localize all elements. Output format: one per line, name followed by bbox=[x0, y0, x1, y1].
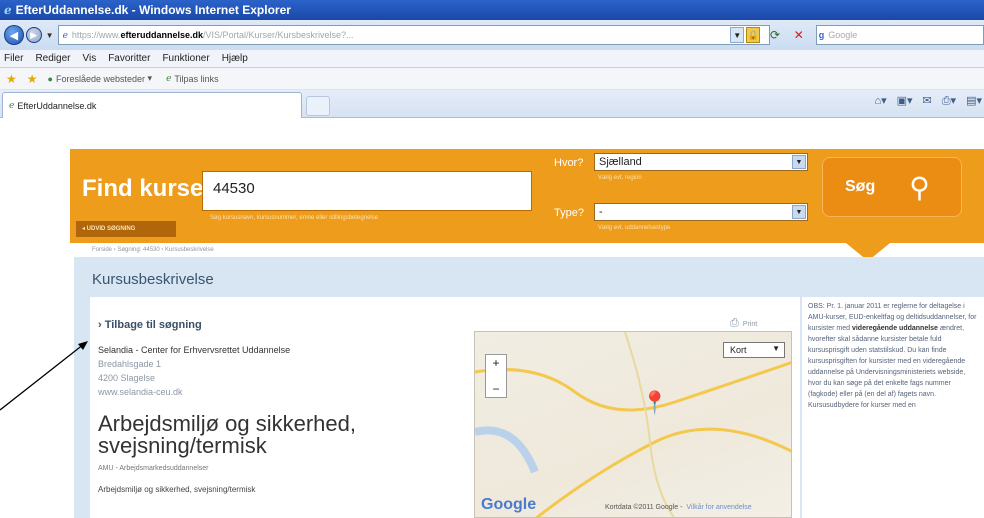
notice-box: OBS: Pr. 1. januar 2011 er reglerne for … bbox=[802, 297, 984, 518]
course-content: Kursusbeskrivelse › Tilbage til søgning … bbox=[74, 257, 984, 518]
search-input[interactable]: g Google bbox=[815, 25, 984, 45]
google-logo[interactable]: Google bbox=[481, 496, 536, 514]
new-tab-button[interactable] bbox=[306, 96, 330, 116]
browser-window: ℯ EfterUddannelse.dk - Windows Internet … bbox=[0, 0, 984, 518]
search-placeholder: Google bbox=[828, 30, 858, 40]
chevron-down-icon[interactable]: ▼ bbox=[792, 155, 806, 169]
tab-efteruddannelse[interactable]: ℯ EfterUddannelse.dk bbox=[2, 92, 302, 118]
menu-help[interactable]: Hjælp bbox=[222, 53, 248, 64]
provider-name: Selandia - Center for Erhvervsrettet Udd… bbox=[98, 345, 291, 355]
zoom-in-icon[interactable]: + bbox=[492, 356, 499, 370]
course-category: AMU - Arbejdsmarkedsuddannelser bbox=[98, 465, 209, 472]
mail-icon[interactable]: ✉ bbox=[923, 94, 932, 108]
type-hint: Vælg evt. uddannelsestype bbox=[598, 225, 671, 231]
back-button[interactable]: ◀ bbox=[4, 25, 24, 45]
web-page: Find kurser 44530 Søg kursusnavn, kursus… bbox=[0, 119, 984, 518]
home-icon[interactable]: ⌂▾ bbox=[874, 94, 886, 108]
type-select[interactable]: - ▼ bbox=[594, 203, 808, 221]
web-slice-icon: ℯ bbox=[166, 73, 172, 83]
print-toolbar-icon[interactable]: ⎙▾ bbox=[942, 94, 956, 108]
notice-rest: ændret, hvorefter skal sådanne kursister… bbox=[808, 325, 966, 409]
map-roads bbox=[475, 332, 791, 517]
notice-emphasis: videregående uddannelse bbox=[851, 325, 938, 332]
search-button-label: Søg bbox=[845, 178, 876, 195]
address-dropdown-icon[interactable]: ▼ bbox=[730, 27, 745, 43]
tab-favicon-icon: ℯ bbox=[9, 100, 15, 110]
course-search-input[interactable]: 44530 bbox=[202, 171, 532, 211]
stop-icon[interactable]: ✕ bbox=[790, 26, 808, 44]
region-select[interactable]: Sjælland ▼ bbox=[594, 153, 808, 171]
window-title: EfterUddannelse.dk - Windows Internet Ex… bbox=[15, 3, 291, 17]
type-select-value: - bbox=[599, 206, 603, 218]
suggested-sites-icon: ● bbox=[47, 73, 53, 84]
menu-file[interactable]: Filer bbox=[4, 53, 23, 64]
ie-icon: ℯ bbox=[4, 3, 12, 17]
map-credit: Kortdata ©2011 Google - Vilkår for anvend… bbox=[605, 504, 752, 511]
course-description: Arbejdsmiljø og sikkerhed, svejsning/ter… bbox=[98, 485, 256, 494]
chevron-down-icon[interactable]: ▼ bbox=[792, 205, 806, 219]
menu-tools[interactable]: Funktioner bbox=[162, 53, 209, 64]
map-terms-link[interactable]: Vilkår for anvendelse bbox=[686, 504, 751, 511]
breadcrumb[interactable]: Forside › Søgning: 44530 › Kursusbeskriv… bbox=[92, 247, 214, 253]
extended-search-link[interactable]: ◂ UDVID SØGNING bbox=[76, 221, 176, 237]
provider-website-link[interactable]: www.selandia-ceu.dk bbox=[98, 387, 183, 397]
favorites-bar: ★ ★ ● Foreslåede websteder ▾ ℯ Tilpas li… bbox=[0, 68, 984, 90]
chevron-down-icon: ▼ bbox=[772, 344, 780, 353]
search-hint: Søg kursusnavn, kursusnummer, emne eller… bbox=[210, 215, 379, 221]
add-favorite-icon[interactable]: ★ bbox=[27, 72, 38, 86]
menu-favorites[interactable]: Favoritter bbox=[108, 53, 150, 64]
forward-button[interactable]: ▶ bbox=[25, 27, 42, 43]
menu-bar: Filer Rediger Vis Favoritter Funktioner … bbox=[0, 50, 984, 68]
page-icon: ℯ bbox=[62, 29, 68, 40]
url-protocol: https://www. bbox=[71, 30, 121, 40]
course-card: › Tilbage til søgning ⎙ Print Selandia - … bbox=[90, 297, 800, 518]
region-select-value: Sjælland bbox=[599, 156, 642, 168]
google-icon: g bbox=[818, 30, 825, 40]
find-courses-title: Find kurser bbox=[82, 175, 213, 202]
section-title: Kursusbeskrivelse bbox=[92, 271, 214, 288]
menu-view[interactable]: Vis bbox=[82, 53, 96, 64]
title-bar: ℯ EfterUddannelse.dk - Windows Internet … bbox=[0, 0, 984, 20]
tab-title: EfterUddannelse.dk bbox=[17, 100, 97, 111]
recent-pages-dropdown-icon[interactable]: ▼ bbox=[46, 31, 54, 40]
refresh-icon[interactable]: ⟳ bbox=[766, 26, 784, 44]
provider-city: 4200 Slagelse bbox=[98, 373, 156, 383]
region-hint: Vælg evt. region bbox=[598, 175, 642, 181]
suggested-sites-link[interactable]: ● Foreslåede websteder ▾ bbox=[48, 73, 153, 84]
type-label: Type? bbox=[554, 207, 584, 219]
printer-icon: ⎙ bbox=[730, 317, 739, 329]
print-link[interactable]: ⎙ Print bbox=[730, 317, 757, 330]
where-label: Hvor? bbox=[554, 157, 584, 169]
course-title: Arbejdsmiljø og sikkerhed, svejsning/ter… bbox=[98, 411, 356, 458]
location-map[interactable]: + − Kort ▼ 📍 Google Kortdata ©2011 Googl… bbox=[474, 331, 792, 518]
favorites-star-icon[interactable]: ★ bbox=[6, 72, 17, 86]
map-pin-icon[interactable]: 📍 bbox=[641, 390, 668, 416]
page-left-margin bbox=[0, 119, 70, 518]
web-slice-link[interactable]: ℯ Tilpas links bbox=[166, 73, 219, 84]
url-host: efteruddannelse.dk bbox=[120, 30, 203, 40]
address-row: ◀ ▶ ▼ ℯ https://www. efteruddannelse.dk … bbox=[0, 20, 984, 50]
search-header: Find kurser 44530 Søg kursusnavn, kursus… bbox=[70, 149, 984, 243]
tab-bar: ℯ EfterUddannelse.dk ⌂▾ ▣▾ ✉ ⎙▾ ▤▾ bbox=[0, 90, 984, 118]
lock-icon[interactable]: 🔒 bbox=[746, 27, 761, 43]
search-icon: ⚲ bbox=[909, 171, 930, 203]
page-menu-icon[interactable]: ▤▾ bbox=[966, 94, 982, 108]
provider-street: Bredahlsgade 1 bbox=[98, 359, 162, 369]
address-bar[interactable]: ℯ https://www. efteruddannelse.dk /VIS/P… bbox=[57, 25, 771, 45]
back-to-search-link[interactable]: › Tilbage til søgning bbox=[98, 319, 202, 331]
map-zoom-control[interactable]: + − bbox=[485, 354, 507, 398]
menu-edit[interactable]: Rediger bbox=[35, 53, 70, 64]
feeds-icon[interactable]: ▣▾ bbox=[897, 94, 913, 108]
zoom-out-icon[interactable]: − bbox=[492, 382, 499, 396]
command-bar: ⌂▾ ▣▾ ✉ ⎙▾ ▤▾ bbox=[874, 94, 982, 108]
map-type-select[interactable]: Kort ▼ bbox=[723, 342, 785, 358]
url-path: /VIS/Portal/Kurser/Kursbeskrivelse?... bbox=[202, 30, 354, 40]
search-button[interactable]: Søg ⚲ bbox=[822, 157, 962, 217]
